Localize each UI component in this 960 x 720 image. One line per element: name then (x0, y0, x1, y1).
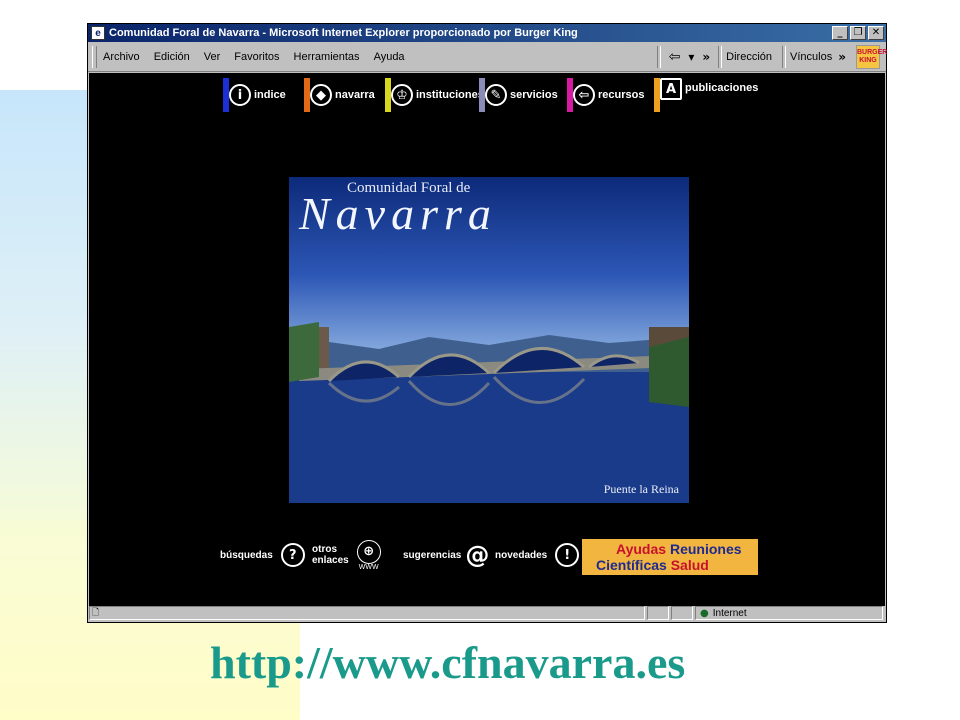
hero-title-big: Navarra (299, 188, 497, 239)
nav-label: navarra (335, 89, 375, 101)
menu-edicion[interactable]: Edición (154, 51, 190, 63)
nav-label-line2: enlaces (312, 555, 349, 566)
toolbar-more-chevron[interactable]: » (702, 50, 710, 64)
title-bar: e Comunidad Foral de Navarra - Microsoft… (88, 24, 886, 42)
page-content: i indice ◆ navarra ♔ instituciones ✎ ser… (89, 73, 885, 606)
nav-label: sugerencias (403, 549, 462, 561)
nav-label: publicaciones (685, 82, 759, 94)
nav-publicaciones[interactable]: A publicaciones (654, 78, 758, 112)
nav-label: novedades (495, 549, 548, 561)
burger-king-logo: BURGER KING (856, 44, 887, 69)
hero-image-puente-la-reina: Comunidad Foral de Navarra Puente la Rei… (289, 177, 689, 503)
back-dropdown-icon[interactable]: ▾ (688, 50, 694, 64)
www-label: WWW (358, 563, 379, 571)
at-icon: @ (465, 541, 490, 569)
banner-word-cientificas: Científicas (596, 557, 667, 573)
status-bar: 🗋 ● Internet (89, 605, 885, 621)
question-icon: ? (280, 543, 305, 567)
hero-caption: Puente la Reina (603, 482, 679, 496)
maximize-button[interactable]: ❐ (850, 26, 866, 40)
nav-otros-enlaces[interactable]: otros enlaces ⊕ WWW (312, 535, 381, 575)
toolbar-separator (782, 45, 787, 68)
nav-novedades[interactable]: novedades ! (495, 535, 580, 575)
banner-line1: Ayudas Reuniones (616, 541, 742, 557)
back-arrow-icon[interactable]: ⇦ (669, 49, 681, 65)
menu-ver[interactable]: Ver (204, 51, 221, 63)
ayudas-banner[interactable]: Ayudas Reuniones Científicas Salud (582, 539, 758, 575)
status-panel (647, 606, 669, 620)
zone-panel: ● Internet (695, 606, 883, 620)
menu-herramientas[interactable]: Herramientas (294, 51, 360, 63)
nav-label: indice (254, 89, 286, 101)
nav-label: servicios (510, 89, 558, 101)
toolbar-grip (92, 45, 97, 68)
globe-group: ⊕ WWW (356, 539, 381, 571)
exclamation-icon: ! (555, 543, 580, 567)
nav-label-two-line: otros enlaces (312, 544, 349, 566)
banner-word-ayudas: Ayudas (616, 541, 667, 557)
nav-busquedas[interactable]: búsquedas ? (220, 535, 305, 575)
menu-favoritos[interactable]: Favoritos (234, 51, 279, 63)
nav-label: instituciones (416, 89, 484, 101)
browser-window: e Comunidad Foral de Navarra - Microsoft… (87, 23, 887, 623)
banner-word-reuniones: Reuniones (669, 541, 742, 557)
nav-navarra[interactable]: ◆ navarra (304, 78, 375, 112)
arrows-icon: ⇦ (573, 84, 595, 106)
nav-label-line1: otros (312, 544, 337, 555)
banner-word-salud: Salud (670, 557, 709, 573)
menu-ayuda[interactable]: Ayuda (374, 51, 405, 63)
window-title: Comunidad Foral de Navarra - Microsoft I… (109, 27, 578, 39)
pen-icon: ✎ (485, 84, 507, 106)
minimize-button[interactable]: _ (832, 26, 848, 40)
nav-servicios[interactable]: ✎ servicios (479, 78, 558, 112)
info-icon: i (229, 84, 251, 106)
toolbar-separator (718, 45, 723, 68)
links-label[interactable]: Vínculos (790, 51, 832, 63)
website-url: http://www.cfnavarra.es (210, 637, 686, 688)
nav-instituciones[interactable]: ♔ instituciones (385, 78, 484, 112)
nav-indice[interactable]: i indice (223, 78, 286, 112)
nav-sugerencias[interactable]: sugerencias @ (403, 535, 489, 575)
nav-label: recursos (598, 89, 645, 101)
page-icon: 🗋 (92, 608, 100, 618)
toolbar-separator (656, 45, 661, 68)
ie-icon: e (91, 26, 105, 40)
close-button[interactable]: ✕ (868, 26, 884, 40)
status-panel (671, 606, 693, 620)
menu-bar: Archivo Edición Ver Favoritos Herramient… (88, 42, 887, 72)
nav-recursos[interactable]: ⇦ recursos (567, 78, 644, 112)
globe-icon: ⊕ (356, 539, 381, 564)
nav-label: búsquedas (220, 549, 273, 561)
links-more-chevron[interactable]: » (838, 50, 846, 64)
menu-archivo[interactable]: Archivo (103, 51, 140, 63)
publication-icon: A (660, 78, 682, 100)
status-text-panel: 🗋 (89, 606, 645, 620)
crown-icon: ♔ (391, 84, 413, 106)
globe-icon: ● (700, 607, 709, 619)
address-label[interactable]: Dirección (726, 51, 772, 63)
zone-label: Internet (712, 607, 747, 619)
banner-line2: Científicas Salud (596, 557, 709, 573)
map-icon: ◆ (310, 84, 332, 106)
